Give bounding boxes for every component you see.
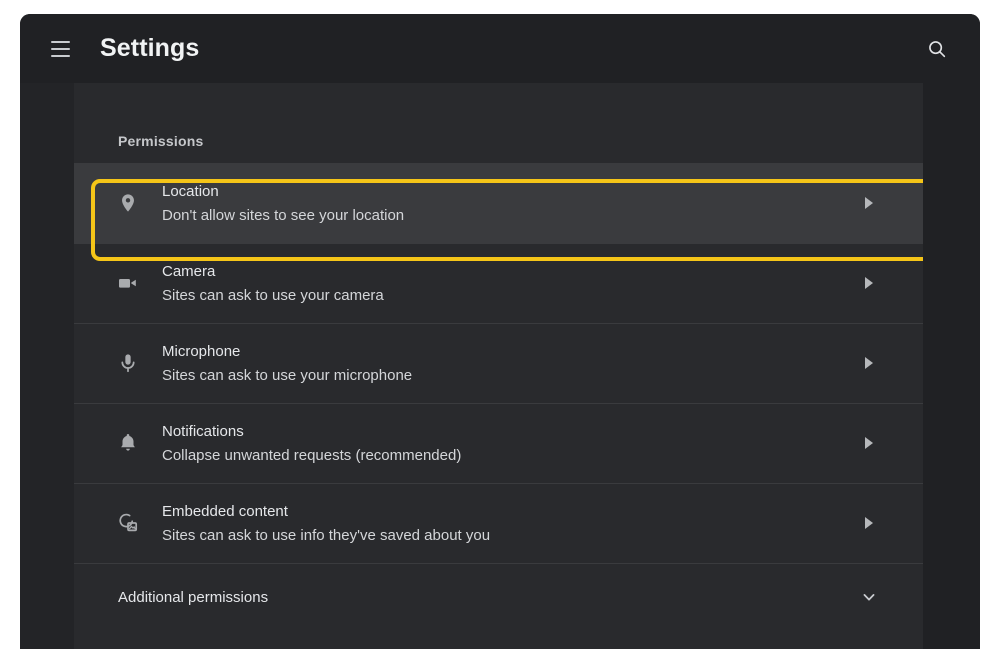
triangle-right-shape [865,517,873,529]
content-panel: Permissions Location Don't allow sit [74,83,923,655]
right-gutter [923,83,980,655]
permission-row-embedded-content[interactable]: Embedded content Sites can ask to use in… [74,483,923,563]
hamburger-bar-2 [51,48,70,50]
settings-body: Permissions Location Don't allow sit [20,83,980,655]
video-camera-icon [104,271,152,295]
hamburger-menu-icon[interactable] [38,27,82,71]
location-pin-icon [104,192,152,214]
permission-title: Camera [162,261,849,282]
microphone-icon [104,352,152,374]
permission-subtitle: Sites can ask to use your camera [162,285,849,306]
top-app-bar: Settings [20,14,980,83]
search-icon[interactable] [916,28,958,70]
additional-permissions-row[interactable]: Additional permissions [74,563,923,631]
triangle-right-icon[interactable] [849,357,889,369]
hamburger-bar-3 [51,55,70,57]
permission-text-notifications: Notifications Collapse unwanted requests… [152,421,849,466]
page-title: Settings [100,34,916,63]
triangle-right-icon[interactable] [849,437,889,449]
page-root: Settings Permissions [0,0,1000,655]
chevron-down-icon[interactable] [849,587,889,607]
permission-row-camera[interactable]: Camera Sites can ask to use your camera [74,243,923,323]
bell-icon [104,432,152,454]
triangle-right-shape [865,357,873,369]
settings-window: Settings Permissions [20,14,980,655]
permission-row-location[interactable]: Location Don't allow sites to see your l… [74,163,923,243]
triangle-right-shape [865,277,873,289]
permission-text-embedded-content: Embedded content Sites can ask to use in… [152,501,849,546]
permission-text-location: Location Don't allow sites to see your l… [152,181,849,226]
triangle-right-icon[interactable] [849,277,889,289]
left-rail [20,83,74,655]
permissions-list: Location Don't allow sites to see your l… [74,163,923,563]
embedded-content-icon [104,511,152,535]
permission-row-notifications[interactable]: Notifications Collapse unwanted requests… [74,403,923,483]
permission-title: Notifications [162,421,849,442]
permission-subtitle: Collapse unwanted requests (recommended) [162,445,849,466]
triangle-right-icon[interactable] [849,517,889,529]
permission-text-camera: Camera Sites can ask to use your camera [152,261,849,306]
permission-subtitle: Sites can ask to use your microphone [162,365,849,386]
permission-subtitle: Don't allow sites to see your location [162,205,849,226]
permission-row-microphone[interactable]: Microphone Sites can ask to use your mic… [74,323,923,403]
permission-title: Microphone [162,341,849,362]
permission-title: Embedded content [162,501,849,522]
triangle-right-shape [865,437,873,449]
permission-subtitle: Sites can ask to use info they've saved … [162,525,849,546]
section-heading-permissions: Permissions [74,83,923,149]
hamburger-bar-1 [51,41,70,43]
triangle-right-shape [865,197,873,209]
additional-permissions-label: Additional permissions [118,589,849,606]
permission-text-microphone: Microphone Sites can ask to use your mic… [152,341,849,386]
triangle-right-icon[interactable] [849,197,889,209]
permission-title: Location [162,181,849,202]
